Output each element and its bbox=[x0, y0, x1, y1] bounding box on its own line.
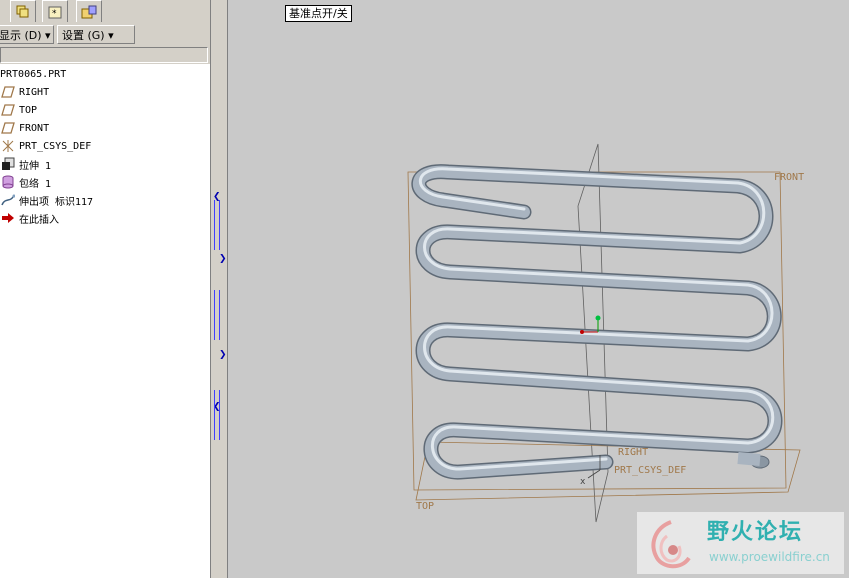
tree-item-protrusion[interactable]: 伸出项 标识117 bbox=[0, 192, 93, 208]
expand-right-icon[interactable]: ❯ bbox=[219, 350, 227, 360]
datum-plane-icon bbox=[0, 85, 16, 99]
splitter-grip bbox=[214, 200, 220, 250]
model-canvas[interactable]: FRONT RIGHT PRT_CSYS_DEF x TOP bbox=[228, 0, 849, 578]
navigator-tabstrip: * bbox=[0, 0, 210, 24]
tree-item-label: RIGHT bbox=[19, 86, 50, 98]
model-tree: PRT0065.PRT RIGHT TOP FRONT PRT_CSYS_DEF… bbox=[0, 64, 210, 578]
watermark-url: www.proewildfire.cn bbox=[709, 550, 830, 564]
tree-item-label: FRONT bbox=[19, 122, 50, 134]
open-folder-icon bbox=[81, 5, 97, 18]
tree-item-part[interactable]: PRT0065.PRT bbox=[0, 66, 66, 82]
splitter-grip bbox=[214, 290, 220, 340]
tree-item-label: 拉伸 1 bbox=[19, 160, 52, 172]
tree-menubar: 显示 (D) ▾ 设置 (G) ▾ bbox=[0, 25, 210, 45]
top-plane-label: TOP bbox=[416, 501, 434, 512]
datum-plane-icon bbox=[0, 103, 16, 117]
panel-splitter[interactable]: ❮ ❯ ❯ ❮ bbox=[210, 0, 228, 578]
tree-filter-bar[interactable] bbox=[0, 47, 208, 63]
wrap-icon bbox=[0, 175, 16, 189]
star-folder-icon: * bbox=[48, 6, 62, 19]
x-axis-label: x bbox=[580, 477, 586, 487]
coordinate-system-icon bbox=[0, 139, 16, 153]
tree-item-label: 伸出项 标识117 bbox=[19, 196, 94, 208]
folder-browser-tab[interactable]: * bbox=[42, 0, 68, 22]
tree-item-label: 在此插入 bbox=[19, 214, 59, 226]
layers-icon bbox=[16, 5, 29, 17]
tree-item-label: PRT_CSYS_DEF bbox=[19, 140, 92, 152]
tree-item-wrap[interactable]: 包络 1 bbox=[0, 174, 51, 190]
favorites-tab[interactable] bbox=[76, 0, 102, 22]
csys-label: PRT_CSYS_DEF bbox=[614, 465, 686, 476]
tree-item-right[interactable]: RIGHT bbox=[0, 84, 49, 100]
svg-text:*: * bbox=[52, 9, 57, 19]
graphics-viewport[interactable]: FRONT RIGHT PRT_CSYS_DEF x TOP bbox=[228, 0, 849, 578]
datum-plane-icon bbox=[0, 121, 16, 135]
front-plane-label: FRONT bbox=[774, 172, 804, 183]
tree-item-top[interactable]: TOP bbox=[0, 102, 37, 118]
settings-menu-button[interactable]: 设置 (G) ▾ bbox=[57, 25, 135, 44]
right-plane-label: RIGHT bbox=[618, 447, 648, 458]
splitter-grip bbox=[214, 390, 220, 440]
tree-item-label: TOP bbox=[19, 104, 38, 116]
model-tree-panel: * 显示 (D) ▾ 设置 (G) ▾ PRT0065.PRT RIGHT TO… bbox=[0, 0, 210, 578]
flame-logo-icon bbox=[651, 520, 691, 569]
tree-item-label: 包络 1 bbox=[19, 178, 52, 190]
model-tree-tab[interactable] bbox=[10, 0, 36, 22]
extrude-icon bbox=[0, 157, 16, 171]
tree-item-extrude[interactable]: 拉伸 1 bbox=[0, 156, 51, 172]
tree-item-front[interactable]: FRONT bbox=[0, 120, 49, 136]
tree-item-insert-here[interactable]: 在此插入 bbox=[0, 210, 59, 226]
serpentine-tube[interactable] bbox=[411, 164, 783, 480]
expand-right-icon[interactable]: ❯ bbox=[219, 254, 227, 264]
datum-point-toggle-tooltip: 基准点开/关 bbox=[285, 5, 352, 22]
part-label: PRT0065.PRT bbox=[0, 68, 67, 80]
watermark: 野火论坛 www.proewildfire.cn bbox=[637, 512, 844, 574]
show-menu-button[interactable]: 显示 (D) ▾ bbox=[0, 25, 54, 44]
insert-here-icon bbox=[0, 211, 16, 225]
tree-item-csys[interactable]: PRT_CSYS_DEF bbox=[0, 138, 91, 154]
protrusion-icon bbox=[0, 193, 16, 207]
watermark-title: 野火论坛 bbox=[707, 520, 804, 545]
collapse-left-icon[interactable]: ❮ bbox=[213, 192, 221, 202]
